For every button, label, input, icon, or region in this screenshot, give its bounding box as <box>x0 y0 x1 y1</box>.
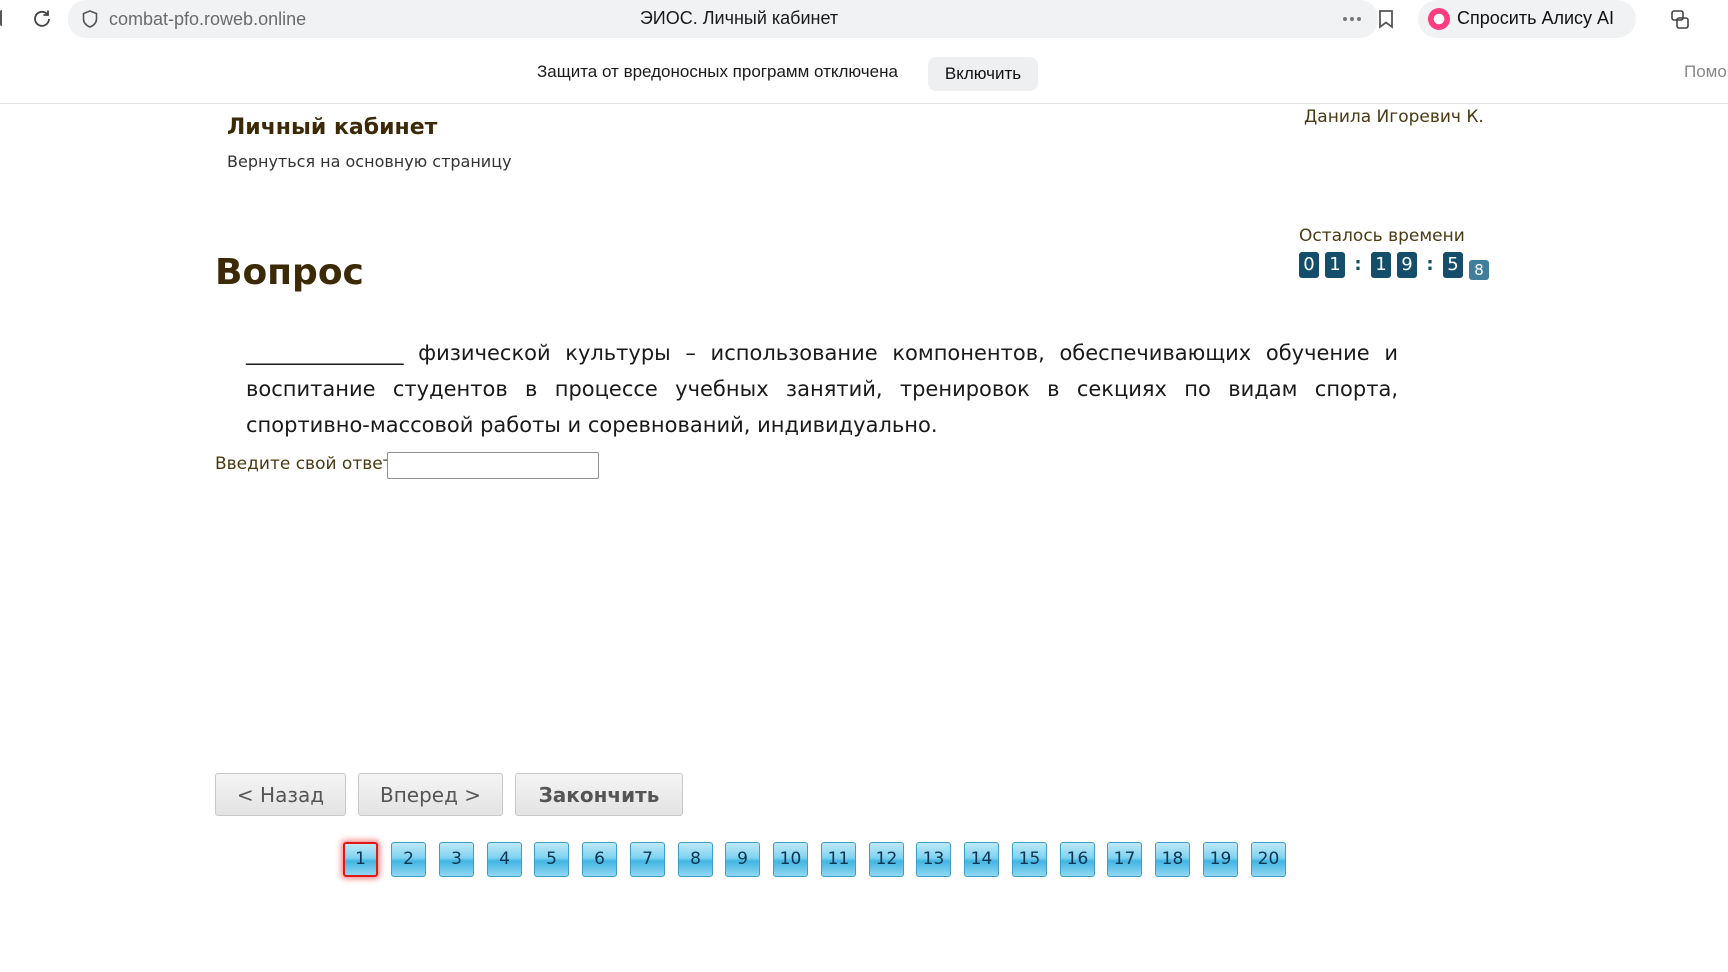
question-page-button[interactable]: 18 <box>1155 842 1190 877</box>
help-link[interactable]: Помо <box>1684 62 1727 82</box>
reload-icon[interactable] <box>30 6 54 30</box>
timer-digit: 1 <box>1371 252 1391 278</box>
timer-separator: : <box>1426 254 1434 275</box>
question-page-button[interactable]: 9 <box>725 842 760 877</box>
question-page-button[interactable]: 5 <box>534 842 569 877</box>
finish-button[interactable]: Закончить <box>515 773 683 816</box>
browser-toolbar: combat-pfo.roweb.online ЭИОС. Личный каб… <box>0 0 1728 38</box>
question-page-button[interactable]: 15 <box>1012 842 1047 877</box>
answer-input[interactable] <box>387 452 599 479</box>
user-name: Данила Игоревич К. <box>1304 107 1484 127</box>
question-page-button[interactable]: 1 <box>343 842 378 877</box>
address-bar[interactable]: combat-pfo.roweb.online <box>68 0 1378 38</box>
enable-protection-button[interactable]: Включить <box>928 57 1038 91</box>
question-page-button[interactable]: 12 <box>869 842 904 877</box>
answer-label: Введите свой ответ <box>215 454 393 474</box>
extensions-icon[interactable] <box>1668 8 1692 32</box>
question-page-button[interactable]: 2 <box>391 842 426 877</box>
alice-icon <box>1428 8 1450 30</box>
countdown-timer: 0 1 : 1 9 : 5 8 <box>1299 252 1495 282</box>
more-options-icon[interactable] <box>1340 7 1364 31</box>
security-notice-bar: Защита от вредоносных программ отключена… <box>0 38 1728 104</box>
timer-digit: 5 <box>1443 252 1463 278</box>
question-page-button[interactable]: 19 <box>1203 842 1238 877</box>
question-text: _______________ физической культуры – ис… <box>246 341 1398 437</box>
question-heading: Вопрос <box>215 252 364 293</box>
timer-label: Осталось времени <box>1299 226 1465 246</box>
question-page-button[interactable]: 8 <box>678 842 713 877</box>
question-page-button[interactable]: 14 <box>964 842 999 877</box>
notice-text: Защита от вредоносных программ отключена <box>537 62 898 81</box>
question-page-button[interactable]: 10 <box>773 842 808 877</box>
timer-separator: : <box>1354 254 1362 275</box>
question-page-button[interactable]: 7 <box>630 842 665 877</box>
question-page-button[interactable]: 6 <box>582 842 617 877</box>
forward-button[interactable]: Вперед > <box>358 773 503 816</box>
question-page-button[interactable]: 17 <box>1107 842 1142 877</box>
question-page-button[interactable]: 16 <box>1060 842 1095 877</box>
shield-icon <box>80 9 100 29</box>
ask-alice-button[interactable]: Спросить Алису AI <box>1418 0 1636 38</box>
question-page-button[interactable]: 11 <box>821 842 856 877</box>
tab-edge <box>0 10 4 26</box>
timer-digit: 1 <box>1325 252 1345 278</box>
timer-digit: 8 <box>1469 260 1489 280</box>
question-page-button[interactable]: 20 <box>1251 842 1286 877</box>
timer-digit: 0 <box>1299 252 1319 278</box>
bookmark-icon[interactable] <box>1375 8 1397 30</box>
question-page-button[interactable]: 3 <box>439 842 474 877</box>
back-button[interactable]: < Назад <box>215 773 346 816</box>
ask-alice-label: Спросить Алису AI <box>1457 8 1615 28</box>
url-text[interactable]: combat-pfo.roweb.online <box>109 9 306 30</box>
timer-digit: 9 <box>1397 252 1417 278</box>
question-page-button[interactable]: 4 <box>487 842 522 877</box>
back-to-main-link[interactable]: Вернуться на основную страницу <box>227 152 512 171</box>
cabinet-title: Личный кабинет <box>227 115 438 140</box>
question-page-button[interactable]: 13 <box>916 842 951 877</box>
